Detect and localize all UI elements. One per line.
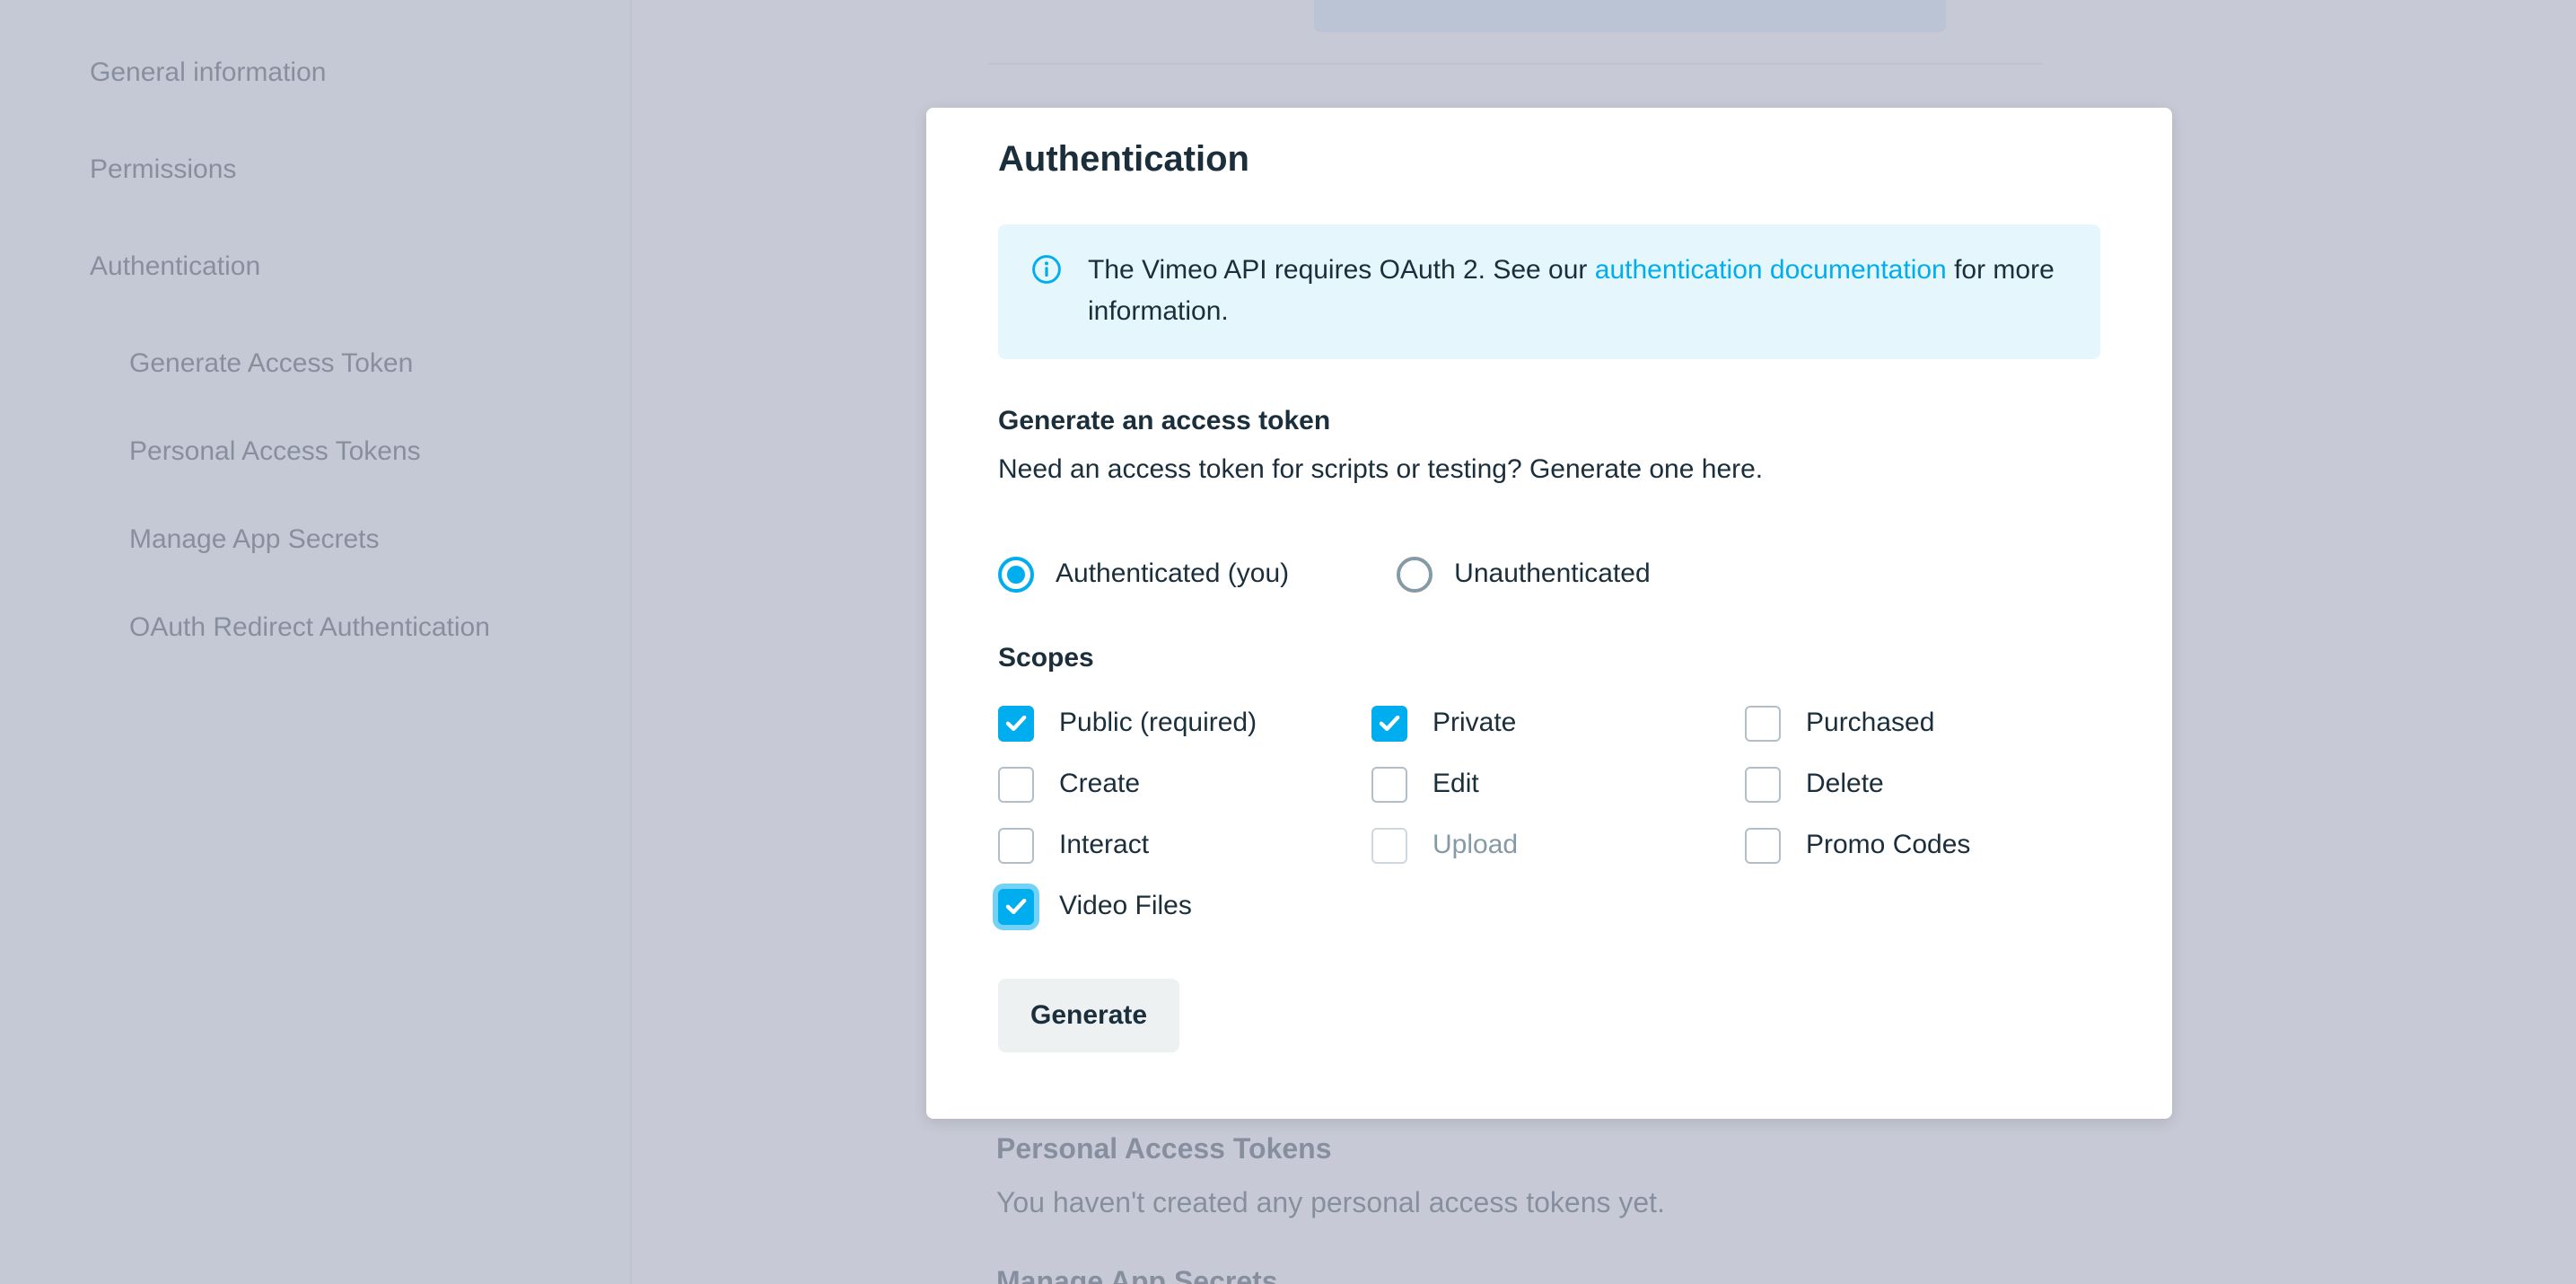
radio-unauthenticated-control[interactable] bbox=[1397, 556, 1433, 592]
generate-button[interactable]: Generate bbox=[998, 978, 1179, 1051]
scope-promo-codes[interactable]: Promo Codes bbox=[1745, 827, 2100, 863]
scope-video-files-label: Video Files bbox=[1059, 891, 1192, 921]
info-text-prefix: The Vimeo API requires OAuth 2. See our bbox=[1088, 255, 1595, 286]
scope-public-label: Public (required) bbox=[1059, 708, 1257, 738]
scope-promo-codes-checkbox[interactable] bbox=[1745, 827, 1781, 863]
sidebar: General information Permissions Authenti… bbox=[0, 0, 632, 1284]
scope-purchased-label: Purchased bbox=[1806, 708, 1934, 738]
authentication-card: Authentication The Vimeo API requires OA… bbox=[926, 108, 2172, 1119]
radio-authenticated-label: Authenticated (you) bbox=[1056, 558, 1289, 589]
sidebar-subitem-personal-access-tokens[interactable]: Personal Access Tokens bbox=[129, 411, 594, 492]
scopes-heading: Scopes bbox=[998, 642, 2100, 673]
scope-upload: Upload bbox=[1371, 827, 1727, 863]
sidebar-subitem-oauth-redirect-authentication[interactable]: OAuth Redirect Authentication bbox=[129, 587, 594, 668]
scope-interact-checkbox[interactable] bbox=[998, 827, 1034, 863]
sidebar-item-authentication[interactable]: Authentication bbox=[90, 226, 594, 309]
scope-private-checkbox[interactable] bbox=[1371, 705, 1407, 741]
scope-edit[interactable]: Edit bbox=[1371, 766, 1727, 802]
scope-create-label: Create bbox=[1059, 769, 1140, 799]
scope-private[interactable]: Private bbox=[1371, 705, 1727, 741]
generate-access-token-title: Generate an access token bbox=[998, 405, 2100, 435]
authentication-heading: Authentication bbox=[998, 140, 2100, 181]
scope-upload-label: Upload bbox=[1433, 830, 1518, 860]
sidebar-subitem-manage-app-secrets[interactable]: Manage App Secrets bbox=[129, 499, 594, 580]
scope-purchased[interactable]: Purchased bbox=[1745, 705, 2100, 741]
scopes-grid: Public (required) Private Purchased Crea… bbox=[998, 705, 2100, 924]
scope-edit-checkbox[interactable] bbox=[1371, 766, 1407, 802]
radio-unauthenticated-label: Unauthenticated bbox=[1454, 558, 1651, 589]
scope-public-checkbox[interactable] bbox=[998, 705, 1034, 741]
sidebar-subitem-generate-access-token[interactable]: Generate Access Token bbox=[129, 323, 594, 404]
info-banner: The Vimeo API requires OAuth 2. See our … bbox=[998, 224, 2100, 358]
scope-video-files-checkbox[interactable] bbox=[998, 888, 1034, 924]
authentication-documentation-link[interactable]: authentication documentation bbox=[1595, 255, 1947, 286]
scope-create[interactable]: Create bbox=[998, 766, 1354, 802]
scope-edit-label: Edit bbox=[1433, 769, 1479, 799]
scope-video-files[interactable]: Video Files bbox=[998, 888, 1354, 924]
sidebar-item-general-information[interactable]: General information bbox=[90, 32, 594, 115]
scope-purchased-checkbox[interactable] bbox=[1745, 705, 1781, 741]
generate-access-token-description: Need an access token for scripts or test… bbox=[998, 453, 2100, 484]
sidebar-item-permissions[interactable]: Permissions bbox=[90, 129, 594, 212]
radio-unauthenticated[interactable]: Unauthenticated bbox=[1397, 556, 1651, 592]
scope-delete-checkbox[interactable] bbox=[1745, 766, 1781, 802]
scope-private-label: Private bbox=[1433, 708, 1516, 738]
scope-delete[interactable]: Delete bbox=[1745, 766, 2100, 802]
personal-access-tokens-empty-text: You haven't created any personal access … bbox=[996, 1189, 2037, 1221]
scope-public[interactable]: Public (required) bbox=[998, 705, 1354, 741]
scope-interact[interactable]: Interact bbox=[998, 827, 1354, 863]
scope-upload-checkbox bbox=[1371, 827, 1407, 863]
scope-create-checkbox[interactable] bbox=[998, 766, 1034, 802]
top-callout-fragment bbox=[1314, 0, 1946, 32]
scope-interact-label: Interact bbox=[1059, 830, 1149, 860]
radio-authenticated[interactable]: Authenticated (you) bbox=[998, 556, 1289, 592]
radio-authenticated-control[interactable] bbox=[998, 556, 1034, 592]
section-divider bbox=[987, 63, 2043, 65]
manage-app-secrets-title: Manage App Secrets bbox=[996, 1268, 2037, 1284]
scope-promo-codes-label: Promo Codes bbox=[1806, 830, 1970, 860]
personal-access-tokens-title: Personal Access Tokens bbox=[996, 1135, 2037, 1167]
scope-delete-label: Delete bbox=[1806, 769, 1884, 799]
info-icon bbox=[1030, 253, 1063, 286]
